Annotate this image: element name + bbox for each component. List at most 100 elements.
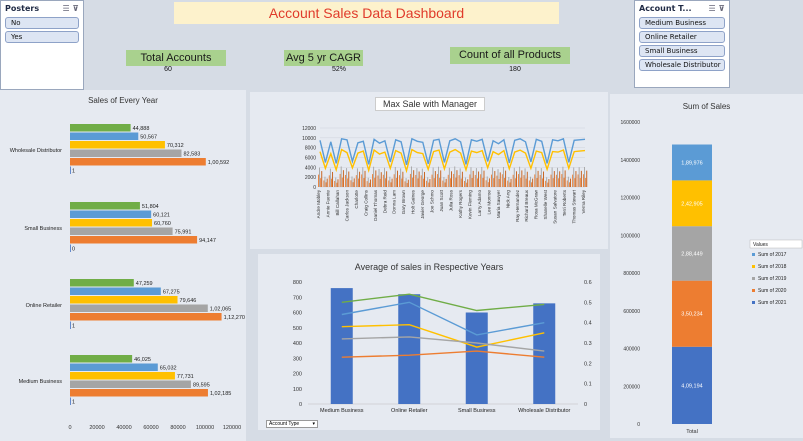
dropdown-icon: ▾ — [312, 421, 315, 427]
data-label: 79,646 — [180, 298, 197, 304]
manager-bar — [332, 171, 334, 187]
manager-bar — [585, 177, 587, 187]
manager-bar — [573, 167, 575, 187]
segment-label: 2,88,449 — [681, 251, 702, 257]
manager-bar — [508, 176, 510, 187]
manager-bar — [448, 167, 450, 187]
data-label: 0 — [72, 247, 75, 253]
category-label: Medium Business — [320, 408, 364, 414]
x-tick-label: 60000 — [143, 425, 158, 430]
manager-bar — [523, 175, 525, 187]
manager-bar — [460, 178, 462, 187]
manager-bar — [486, 176, 488, 187]
legend-swatch — [752, 265, 755, 268]
manager-bar — [580, 170, 582, 187]
multi-select-icon[interactable]: ☰ ⊽ — [63, 4, 79, 13]
multi-select-icon[interactable]: ☰ ⊽ — [709, 4, 725, 13]
data-label: 77,731 — [177, 374, 194, 380]
manager-bar — [547, 182, 549, 187]
manager-bar — [564, 170, 566, 187]
posters-item-yes[interactable]: Yes — [5, 31, 79, 43]
manager-bar — [528, 180, 530, 187]
manager-bar — [324, 176, 326, 187]
legend-label: Sum of 2019 — [758, 276, 787, 282]
manager-bar — [493, 178, 495, 187]
manager-bar — [405, 178, 407, 187]
manager-bar — [502, 166, 504, 187]
manager-bar — [342, 170, 344, 187]
account-item-medium-business[interactable]: Medium Business — [639, 17, 725, 29]
manager-bar — [399, 175, 401, 187]
manager-bar — [362, 167, 364, 187]
manager-bar — [570, 178, 571, 187]
kpi-count-products-label: Count of all Products — [450, 47, 570, 64]
manager-bar — [449, 178, 451, 187]
series-line-yellow — [319, 148, 586, 174]
manager-bar — [438, 166, 439, 187]
y-tick-label: 800000 — [623, 271, 640, 277]
manager-bar — [534, 174, 536, 187]
manager-bar — [440, 170, 442, 187]
x-tick-label: 80000 — [170, 425, 185, 430]
legend-label: Sum of 2018 — [758, 264, 787, 270]
manager-bar — [541, 178, 543, 187]
category-label: Small Business — [24, 226, 62, 232]
manager-bar — [326, 178, 328, 187]
manager-bar — [378, 168, 380, 187]
manager-bar — [364, 170, 366, 187]
legend-label: Sum of 2020 — [758, 288, 787, 294]
manager-label: Joe Schmo — [430, 190, 435, 213]
manager-label: Shanelle West — [543, 189, 548, 219]
data-label: 1,00,592 — [208, 160, 229, 166]
y-tick-label: 1600000 — [621, 120, 641, 126]
manager-bar — [526, 171, 528, 187]
manager-bar — [413, 170, 415, 187]
manager-bar — [577, 174, 579, 187]
y2-tick-label: 0.3 — [584, 341, 592, 347]
account-item-wholesale-distributor[interactable]: Wholesale Distributor — [639, 59, 725, 71]
manager-bar — [464, 180, 465, 187]
y2-tick-label: 0.4 — [584, 321, 592, 327]
manager-bar — [451, 171, 452, 187]
account-item-online-retailer[interactable]: Online Retailer — [639, 31, 725, 43]
manager-bar — [474, 174, 476, 187]
y-tick-label: 1200000 — [621, 196, 641, 202]
bar-wholesale-distributor-3 — [70, 149, 182, 157]
manager-bar — [518, 174, 520, 187]
manager-bar — [469, 174, 471, 187]
legend-label: Sum of 2021 — [758, 300, 787, 306]
manager-bar — [487, 182, 489, 187]
account-item-small-business[interactable]: Small Business — [639, 45, 725, 57]
manager-bar — [586, 170, 588, 187]
manager-bar — [321, 171, 323, 187]
manager-bar — [434, 171, 436, 187]
manager-label: Julia Ross — [449, 189, 454, 211]
manager-bar — [447, 174, 449, 187]
manager-label: Daniel Thomas — [373, 189, 378, 221]
manager-bar — [563, 177, 565, 187]
segment-label: 3,50,234 — [681, 312, 702, 318]
manager-bar — [454, 166, 456, 187]
kpi-count-products-value: 180 — [509, 66, 521, 73]
manager-label: Terri Roberts — [562, 189, 567, 216]
posters-item-no[interactable]: No — [5, 17, 79, 29]
manager-bar — [415, 174, 417, 187]
manager-label: Larry Adamo — [477, 190, 482, 216]
y2-tick-label: 0.6 — [584, 280, 592, 286]
manager-bar — [496, 175, 498, 187]
data-label: 1 — [72, 324, 75, 330]
manager-label: Richard Breaux — [524, 189, 529, 221]
bar-wholesale-distributor-2 — [70, 141, 165, 149]
manager-bar — [480, 174, 482, 187]
manager-bar — [521, 170, 523, 187]
data-label: 1 — [72, 169, 75, 175]
account-type-filter-button[interactable]: Account Type ▾ — [266, 420, 318, 428]
manager-label: Thomas Stewart — [572, 189, 577, 223]
manager-bar — [532, 178, 534, 187]
bar-medium-business-4 — [70, 389, 208, 397]
manager-bar — [436, 174, 438, 187]
manager-bar — [513, 167, 515, 187]
data-label: 94,147 — [199, 238, 216, 244]
manager-bar — [539, 174, 541, 187]
manager-bar — [537, 170, 539, 187]
